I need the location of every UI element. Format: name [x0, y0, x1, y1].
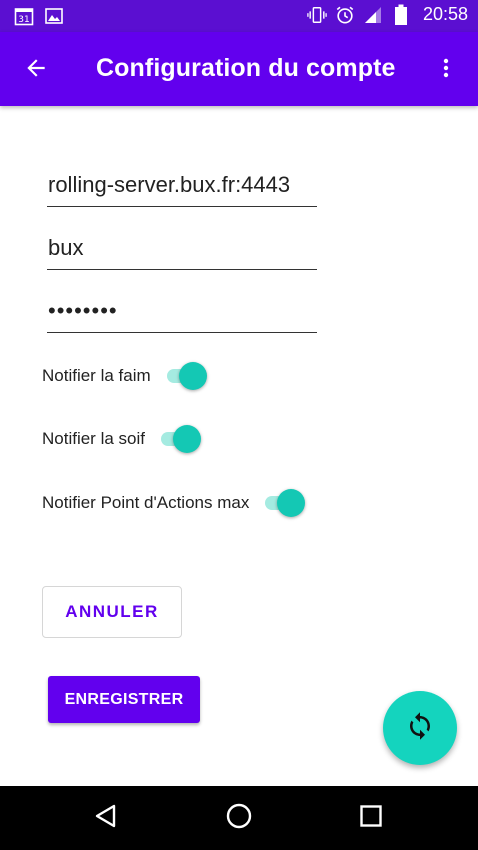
switch-row-action-points: Notifier Point d'Actions max: [42, 489, 306, 517]
save-button[interactable]: ENREGISTRER: [48, 676, 200, 723]
toggle-thumb: [277, 489, 306, 517]
sync-icon: [405, 711, 435, 746]
more-vertical-icon: [434, 56, 458, 85]
toggle-action-points[interactable]: [263, 489, 306, 517]
nav-recent-icon: [359, 804, 383, 833]
toggle-soif[interactable]: [159, 425, 201, 453]
page-title: Configuration du compte: [96, 54, 396, 82]
nav-back-icon: [93, 803, 119, 834]
toggle-faim[interactable]: [165, 362, 207, 390]
toggle-thumb: [178, 362, 207, 390]
cancel-button[interactable]: ANNULER: [42, 586, 182, 638]
nav-back-button[interactable]: [90, 802, 122, 834]
nav-home-icon: [225, 802, 253, 835]
switch-label-faim: Notifier la faim: [42, 366, 151, 385]
image-icon: [44, 6, 64, 26]
status-bar: 31 20:58: [0, 0, 478, 32]
arrow-left-icon: [23, 55, 49, 86]
overflow-menu-button[interactable]: [428, 52, 464, 88]
username-field: [47, 229, 318, 270]
server-input[interactable]: [47, 166, 318, 204]
switch-label-soif: Notifier la soif: [42, 429, 145, 448]
switch-label-action-points: Notifier Point d'Actions max: [42, 493, 250, 512]
calendar-icon: 31: [14, 6, 34, 26]
system-nav-bar: [0, 786, 478, 850]
nav-recent-button[interactable]: [355, 802, 387, 834]
app-bar: Configuration du compte: [0, 32, 478, 106]
switch-row-soif: Notifier la soif: [42, 425, 201, 453]
sync-fab-button[interactable]: [383, 691, 457, 765]
alarm-icon: [335, 5, 355, 25]
back-button[interactable]: [18, 52, 54, 88]
password-input[interactable]: [47, 292, 318, 330]
nav-home-button[interactable]: [223, 802, 255, 834]
username-input[interactable]: [47, 229, 318, 267]
switch-row-faim: Notifier la faim: [42, 362, 207, 390]
password-field: [47, 292, 318, 333]
toggle-thumb: [172, 425, 201, 453]
status-time: 20:58: [422, 4, 468, 24]
calendar-day: 31: [18, 15, 29, 25]
vibrate-icon: [307, 5, 327, 25]
battery-icon: [391, 4, 411, 25]
signal-icon: [363, 5, 383, 25]
server-field: [47, 166, 318, 207]
